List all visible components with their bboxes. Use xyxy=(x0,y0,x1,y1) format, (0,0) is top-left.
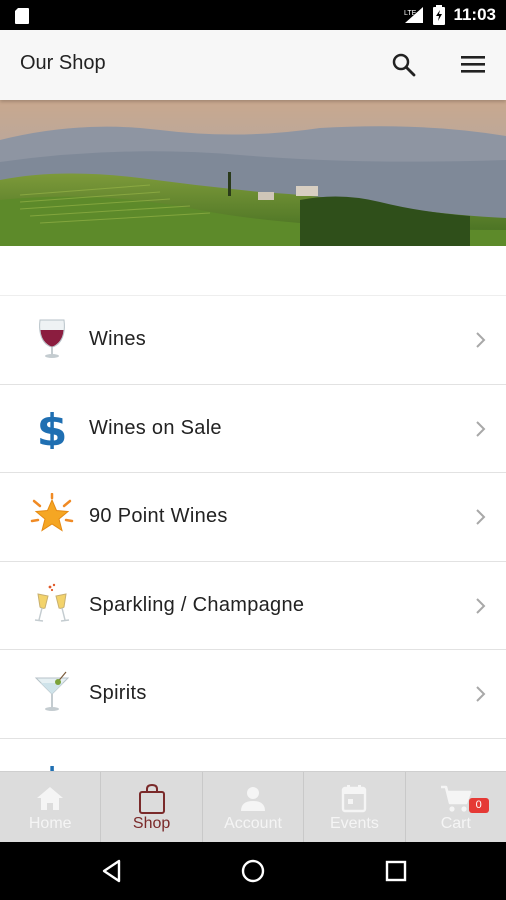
app-bar: Our Shop xyxy=(0,30,506,100)
nav-item-cart[interactable]: 0 Cart xyxy=(406,772,506,842)
page-title: Our Shop xyxy=(20,52,106,74)
wine-glass-icon xyxy=(39,319,65,358)
nav-label: Cart xyxy=(440,815,471,832)
nav-item-shop[interactable]: Shop xyxy=(101,772,203,842)
cocktail-icon xyxy=(34,671,70,711)
vineyard-banner-image xyxy=(0,100,506,246)
champagne-glasses-icon xyxy=(34,583,70,622)
calendar-icon xyxy=(342,785,367,813)
list-item-wines[interactable]: Wines xyxy=(0,296,506,385)
person-icon xyxy=(241,787,266,811)
back-icon[interactable] xyxy=(97,856,127,886)
list-item-label: Sparkling / Champagne xyxy=(89,593,305,616)
bottom-nav: Home Shop Account Events 0 Cart xyxy=(0,771,506,842)
list-item-90-point-wines[interactable]: 90 Point Wines xyxy=(0,473,506,562)
list-item-label: Spirits xyxy=(89,682,147,704)
category-list: Wines $ Wines on Sale 90 Point Wines Spa… xyxy=(0,295,506,771)
chevron-right-icon xyxy=(476,420,486,437)
search-icon[interactable] xyxy=(389,50,419,80)
chevron-right-icon xyxy=(476,509,486,525)
nav-label: Shop xyxy=(132,815,171,832)
nav-label: Events xyxy=(329,815,379,832)
battery-icon xyxy=(433,5,446,25)
signal-icon: LTE xyxy=(404,7,424,23)
nav-item-events[interactable]: Events xyxy=(304,772,406,842)
star-burst-icon xyxy=(30,493,74,532)
svg-text:LTE: LTE xyxy=(404,10,417,17)
status-time: 11:03 xyxy=(453,5,496,24)
chevron-right-icon xyxy=(476,332,486,348)
list-item-label: Wines on Sale xyxy=(89,416,222,439)
cart-icon xyxy=(440,785,472,812)
list-item-partial[interactable]: $ xyxy=(0,738,506,772)
dollar-sign-icon: $ xyxy=(37,405,68,449)
recents-square-icon[interactable] xyxy=(381,856,411,886)
nav-label: Home xyxy=(28,815,72,832)
menu-icon[interactable] xyxy=(458,50,488,80)
svg-text:$: $ xyxy=(37,759,68,772)
chevron-right-icon xyxy=(476,597,486,614)
list-item-wines-on-sale[interactable]: $ Wines on Sale xyxy=(0,384,506,473)
nav-item-account[interactable]: Account xyxy=(203,772,305,842)
shopping-bag-icon xyxy=(138,783,165,814)
list-item-label: Wines xyxy=(89,328,147,350)
status-bar: LTE 11:03 xyxy=(0,0,506,30)
cart-count-badge: 0 xyxy=(468,798,489,813)
system-nav-bar xyxy=(0,842,506,900)
list-item-sparkling-champagne[interactable]: Sparkling / Champagne xyxy=(0,561,506,650)
home-icon xyxy=(37,787,64,810)
nav-item-home[interactable]: Home xyxy=(0,772,102,842)
list-item-label: 90 Point Wines xyxy=(89,505,228,527)
sd-card-icon xyxy=(15,8,29,24)
home-circle-icon[interactable] xyxy=(238,856,268,886)
chevron-right-icon xyxy=(476,686,486,702)
list-item-spirits[interactable]: Spirits xyxy=(0,650,506,739)
svg-text:$: $ xyxy=(37,405,68,449)
nav-label: Account xyxy=(224,815,282,832)
dollar-sign-icon: $ xyxy=(37,759,68,772)
